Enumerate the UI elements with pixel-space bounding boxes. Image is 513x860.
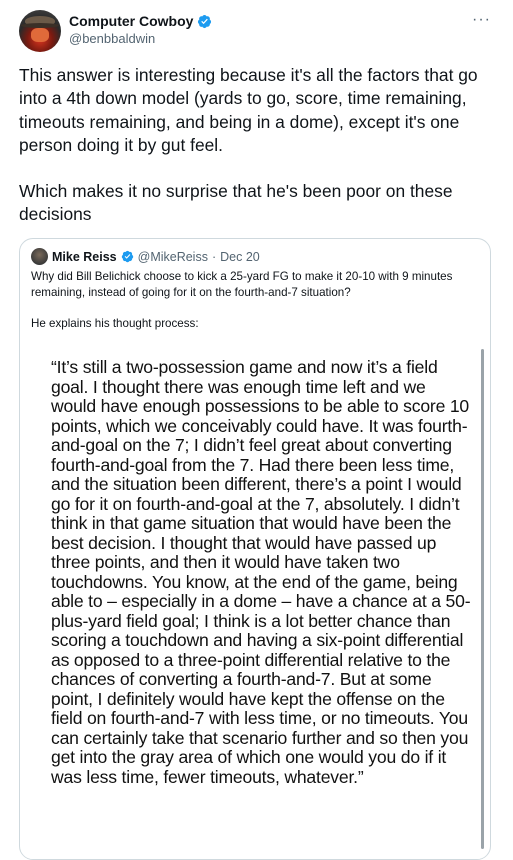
tweet-text: This answer is interesting because it's … — [19, 64, 499, 250]
quoted-paragraph-2: He explains his thought process: — [31, 317, 199, 330]
quoted-tweet-text: Why did Bill Belichick choose to kick a … — [31, 269, 471, 347]
author-handle[interactable]: @benbbaldwin — [69, 30, 155, 48]
quoted-tweet-header: Mike Reiss @MikeReiss · Dec 20 — [31, 248, 260, 265]
avatar[interactable] — [19, 10, 61, 52]
verified-badge-icon — [121, 250, 133, 263]
image-quote-text: “It’s still a two-possession game and no… — [51, 357, 471, 787]
quoted-author-name[interactable]: Mike Reiss — [52, 249, 117, 265]
quoted-avatar[interactable] — [31, 248, 48, 265]
more-options-icon[interactable]: ··· — [472, 12, 491, 28]
quoted-paragraph-1: Why did Bill Belichick choose to kick a … — [31, 270, 453, 299]
author-name-row[interactable]: Computer Cowboy — [69, 12, 212, 30]
tweet-paragraph-2: Which makes it no surprise that he's bee… — [19, 181, 453, 225]
quoted-image[interactable]: “It’s still a two-possession game and no… — [21, 339, 487, 859]
quoted-tweet[interactable]: Mike Reiss @MikeReiss · Dec 20 Why did B… — [19, 238, 491, 860]
tweet-paragraph-1: This answer is interesting because it's … — [19, 65, 478, 155]
author-name[interactable]: Computer Cowboy — [69, 12, 193, 30]
image-edge-line — [481, 349, 484, 849]
quoted-author-handle[interactable]: @MikeReiss — [138, 249, 208, 265]
avatar-face-shape — [31, 28, 49, 42]
verified-badge-icon — [198, 14, 212, 28]
quoted-date[interactable]: Dec 20 — [220, 249, 260, 265]
meta-separator: · — [211, 249, 217, 264]
